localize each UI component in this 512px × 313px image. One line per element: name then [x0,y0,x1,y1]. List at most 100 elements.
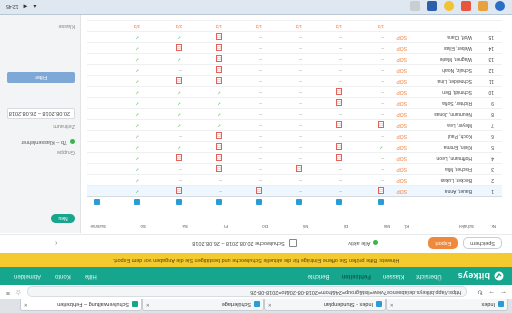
date-field[interactable]: 20.08.2018 – 26.08.2018 [7,108,75,119]
absence-marker[interactable]: □ [336,154,342,162]
browser-tab[interactable]: Schülertage × [142,298,264,311]
empty-cell[interactable]: – [299,100,302,106]
empty-cell[interactable]: – [381,100,384,106]
empty-cell[interactable]: – [299,67,302,73]
empty-cell[interactable]: – [259,45,262,51]
save-button[interactable]: Export [428,237,459,249]
absence-marker[interactable]: □ [216,55,222,63]
empty-cell[interactable]: – [339,166,342,172]
column-header[interactable]: Di [344,223,348,229]
empty-cell[interactable]: – [339,56,342,62]
account-link[interactable]: Konto [55,273,71,279]
empty-cell[interactable]: – [381,56,384,62]
column-header[interactable]: Kl. [404,223,409,229]
empty-cell[interactable]: – [219,188,222,194]
empty-cell[interactable]: – [299,155,302,161]
close-icon[interactable]: × [390,301,394,307]
empty-cell[interactable]: – [381,177,384,183]
column-header[interactable]: Sa [182,223,188,229]
table-row[interactable]: 9 Richter, Sofia SOP – □ – – ✓ ✓ ✓ [87,97,502,108]
column-status-icon[interactable] [378,199,384,205]
present-check-icon[interactable]: ✓ [176,56,182,63]
empty-cell[interactable]: – [259,34,262,40]
menu-icon[interactable]: ≡ [6,288,10,296]
absence-marker[interactable]: □ [176,44,182,52]
column-header[interactable]: Summe [90,223,106,229]
table-row[interactable]: 11 Schneider, Lina SOP – – – – □ □ ✓ [87,75,502,86]
present-check-icon[interactable]: ✓ [134,67,140,74]
browser-tab[interactable]: Index × [386,298,508,311]
present-check-icon[interactable]: ✓ [378,144,384,151]
word-icon[interactable] [427,1,437,12]
network-icon[interactable]: ▲ [32,4,37,10]
add-button[interactable]: Neu [51,214,75,223]
empty-cell[interactable]: – [381,89,384,95]
table-row[interactable]: 5 Klein, Emma SOP ✓ □ – – □ ✓ ✓ [87,141,502,152]
empty-cell[interactable]: – [381,67,384,73]
empty-cell[interactable]: – [179,67,182,73]
empty-cell[interactable]: – [259,177,262,183]
present-check-icon[interactable]: ✓ [176,144,182,151]
browser-tab[interactable]: Index - Stundenplan × [264,298,386,311]
column-header[interactable]: Schüler [459,223,474,229]
empty-cell[interactable]: – [299,111,302,117]
absence-marker[interactable]: □ [216,165,222,173]
empty-cell[interactable]: – [219,177,222,183]
present-check-icon[interactable]: ✓ [134,133,140,140]
empty-cell[interactable]: – [339,45,342,51]
absence-marker[interactable]: □ [378,187,384,195]
empty-cell[interactable]: – [381,133,384,139]
present-check-icon[interactable]: ✓ [134,45,140,52]
column-header[interactable]: Nr. [490,223,496,229]
explorer-icon[interactable] [478,1,488,12]
absence-marker[interactable]: □ [296,165,302,173]
present-check-icon[interactable]: ✓ [134,166,140,173]
url-field[interactable]: https://app.bitkeys.de/absence?view=list… [27,286,468,298]
nav-item-reports[interactable]: Berichte [308,273,330,279]
table-row[interactable]: 13 Wagner, Marie SOP – – – – □ ✓ ✓ [87,53,502,64]
close-icon[interactable]: × [268,301,272,307]
column-header[interactable]: Do [262,223,268,229]
present-check-icon[interactable]: ✓ [176,34,182,41]
empty-cell[interactable]: – [339,133,342,139]
browser-tab-active[interactable]: Schulverwaltung – Fehlzeiten × [20,298,142,311]
table-row[interactable]: 7 Meyer, Lea SOP □ □ – – ✓ ✓ ✓ [87,119,502,130]
present-check-icon[interactable]: ✓ [216,122,222,129]
present-check-icon[interactable]: ✓ [176,122,182,129]
absence-marker[interactable]: □ [216,44,222,52]
empty-cell[interactable]: – [259,78,262,84]
empty-cell[interactable]: – [259,89,262,95]
class-filter[interactable]: 7b – Klassenlehrer [21,139,67,145]
table-row[interactable]: 2 Becker, Lukas SOP – – – – – – ✓ [87,174,502,185]
present-check-icon[interactable]: ✓ [134,34,140,41]
present-check-icon[interactable]: ✓ [134,111,140,118]
present-check-icon[interactable]: ✓ [216,111,222,118]
absence-marker[interactable]: □ [336,99,342,107]
absence-marker[interactable]: □ [176,187,182,195]
absence-marker[interactable]: □ [336,121,342,129]
absence-marker[interactable]: □ [216,132,222,140]
logout-link[interactable]: Abmelden [14,273,41,279]
present-check-icon[interactable]: ✓ [134,89,140,96]
empty-cell[interactable]: – [299,56,302,62]
empty-cell[interactable]: – [259,155,262,161]
empty-cell[interactable]: – [299,188,302,194]
table-row[interactable]: 12 Schulz, Noah SOP – – – – □ – ✓ [87,64,502,75]
empty-cell[interactable]: – [299,133,302,139]
table-row[interactable]: 3 Fischer, Mia SOP – – □ – □ – ✓ [87,163,502,174]
empty-cell[interactable]: – [339,188,342,194]
empty-cell[interactable]: – [339,78,342,84]
empty-cell[interactable]: – [381,111,384,117]
empty-cell[interactable]: – [179,177,182,183]
empty-cell[interactable]: – [299,89,302,95]
absence-marker[interactable]: □ [176,154,182,162]
nav-item-overview[interactable]: Übersicht [416,273,441,279]
present-check-icon[interactable]: ✓ [134,56,140,63]
empty-cell[interactable]: – [381,166,384,172]
empty-cell[interactable]: – [299,122,302,128]
empty-cell[interactable]: – [381,155,384,161]
present-check-icon[interactable]: ✓ [134,155,140,162]
column-header[interactable]: Fr [224,223,228,229]
present-check-icon[interactable]: ✓ [134,78,140,85]
present-check-icon[interactable]: ✓ [176,111,182,118]
